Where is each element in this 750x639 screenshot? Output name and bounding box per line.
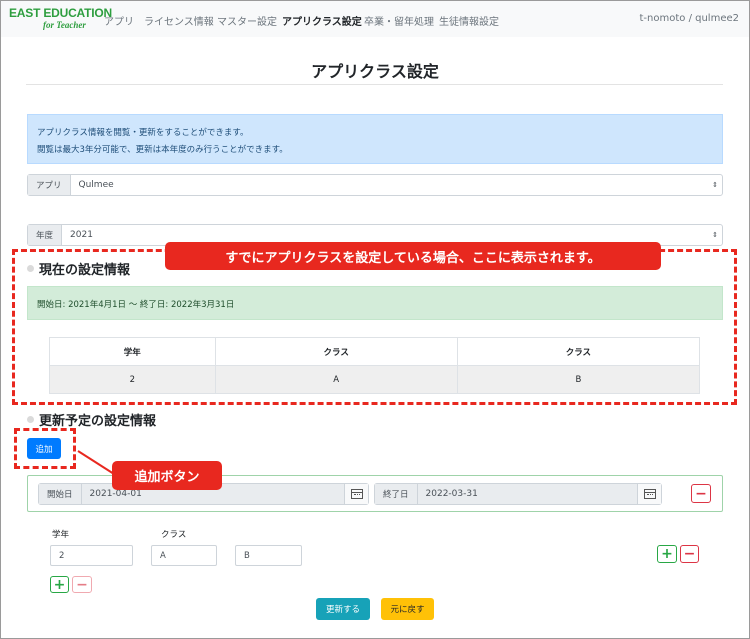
annotation-arrow <box>77 450 115 475</box>
annotation-callout-current: すでにアプリクラスを設定している場合、ここに表示されます。 <box>165 242 661 270</box>
annotation-callout-add: 追加ボタン <box>112 461 222 490</box>
